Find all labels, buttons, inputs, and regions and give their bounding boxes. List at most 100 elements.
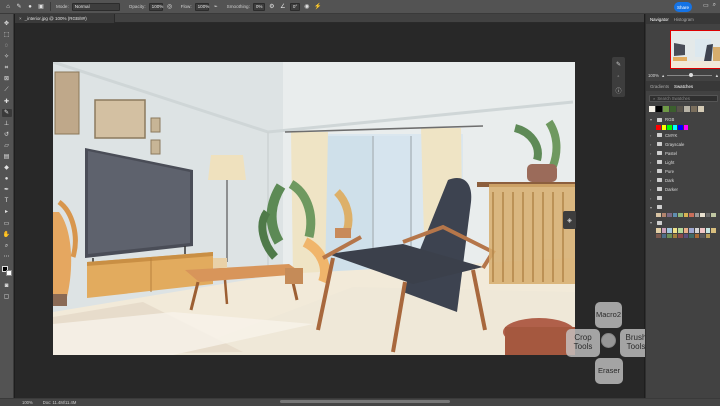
workspace-icon[interactable]: ▭ — [703, 2, 709, 9]
lasso-tool-icon[interactable]: ◌ — [2, 42, 12, 50]
tab-gradients[interactable]: Gradients — [650, 84, 669, 89]
path-selection-icon[interactable]: ▸ — [2, 209, 12, 217]
swatch[interactable] — [649, 106, 655, 112]
search-icon[interactable]: ⌕ — [713, 2, 716, 9]
home-icon[interactable]: ⌂ — [4, 3, 12, 11]
gradient-tool-icon[interactable]: ▤ — [2, 153, 12, 161]
background-color[interactable] — [5, 270, 12, 277]
search-placeholder: Search Swatches — [657, 96, 690, 101]
zoom-tool-icon[interactable]: ⌕ — [2, 242, 12, 250]
tab-swatches[interactable]: Swatches — [674, 84, 693, 89]
close-tab-icon[interactable]: × — [19, 16, 22, 21]
crop-tool-icon[interactable]: ⌗ — [2, 64, 12, 72]
quick-mask-icon[interactable]: ◙ — [2, 282, 12, 290]
hand-tool-icon[interactable]: ✋ — [2, 231, 12, 239]
pen-tool-icon[interactable]: ✒ — [2, 186, 12, 194]
screen-mode-icon[interactable]: ▢ — [2, 293, 12, 301]
chevron-right-icon: › — [650, 159, 652, 165]
smoothing-label: Smoothing: — [226, 4, 250, 9]
eyedropper-icon[interactable]: ⟋ — [2, 87, 12, 95]
tab-histogram[interactable]: Histogram — [674, 17, 694, 22]
angle-field[interactable]: 0° — [289, 2, 300, 11]
swatch-group-unnamed[interactable]: ▾ — [646, 218, 720, 227]
radial-right-label: Brush Tools — [625, 333, 647, 351]
status-doc-info[interactable]: Doc: 11.4M/11.4M — [43, 400, 77, 405]
radial-left-button[interactable]: Crop Tools — [566, 329, 600, 357]
zoom-in-icon[interactable]: ▲ — [715, 73, 719, 78]
mode-select[interactable]: Normal — [71, 2, 120, 11]
canvas-mini-toolbar: ✎ ◦ ⓘ — [612, 57, 625, 97]
swatch-group-unnamed[interactable]: ▾ — [646, 203, 720, 212]
radial-center-button[interactable] — [601, 333, 616, 348]
pressure-size-icon[interactable]: ◉ — [303, 3, 311, 11]
status-zoom[interactable]: 100% — [22, 400, 33, 405]
brush-preset-icon[interactable]: ● — [26, 3, 34, 11]
swatch[interactable] — [698, 106, 704, 112]
history-brush-icon[interactable]: ↺ — [2, 131, 12, 139]
radial-bottom-button[interactable]: Eraser — [595, 358, 623, 384]
swatch-group-darker[interactable]: › Darker — [646, 185, 720, 194]
navigator-preview — [671, 31, 720, 68]
healing-brush-icon[interactable]: ✚ — [2, 98, 12, 106]
navigator-thumbnail[interactable] — [670, 30, 720, 69]
pressure-opacity-icon[interactable]: ◎ — [166, 3, 174, 11]
horizontal-scrollbar[interactable] — [280, 400, 450, 403]
smoothing-field[interactable]: 0% — [252, 2, 265, 11]
zoom-slider[interactable] — [667, 73, 712, 77]
rectangle-tool-icon[interactable]: ▭ — [2, 220, 12, 228]
type-tool-icon[interactable]: T — [2, 198, 12, 206]
swatch[interactable] — [663, 106, 669, 112]
swatch[interactable] — [684, 106, 690, 112]
swatch[interactable] — [691, 106, 697, 112]
symmetry-icon[interactable]: ⚡ — [314, 3, 322, 11]
swatch-group-cmyk[interactable]: › CMYK — [646, 131, 720, 140]
brush-tool-icon[interactable]: ✎ — [616, 61, 621, 68]
blur-tool-icon[interactable]: ◆ — [2, 164, 12, 172]
swatch-group-rgb[interactable]: ▾ RGB — [646, 115, 720, 124]
tab-navigator[interactable]: Navigator — [650, 17, 669, 22]
share-button[interactable]: Share — [674, 2, 692, 12]
brush-settings-icon[interactable]: ▣ — [37, 3, 45, 11]
info-icon[interactable]: ⓘ — [615, 86, 621, 95]
divider — [50, 2, 51, 11]
swatch-group-label: CMYK — [665, 132, 678, 138]
radial-top-button[interactable]: Macro2 — [595, 302, 622, 328]
swatch[interactable] — [677, 106, 683, 112]
more-tools-icon[interactable]: ⋯ — [2, 253, 12, 261]
folder-icon — [657, 160, 662, 164]
swatch[interactable] — [656, 106, 662, 112]
color-swatches[interactable] — [1, 266, 12, 277]
zoom-out-icon[interactable]: ▴ — [662, 73, 664, 79]
brush-size-icon[interactable]: ◦ — [617, 74, 619, 80]
magic-wand-icon[interactable]: ✧ — [2, 53, 12, 61]
document-tab[interactable]: × _interior.jpg @ 100% (RGB/8#) — [15, 14, 115, 23]
swatches-search[interactable]: ⌕ Search Swatches — [649, 95, 718, 102]
swatch-group-unnamed[interactable]: › — [646, 194, 720, 203]
swatch[interactable] — [670, 106, 676, 112]
swatch-group-dark[interactable]: › Dark — [646, 176, 720, 185]
chevron-right-icon: › — [650, 141, 652, 147]
flow-field[interactable]: 100% — [194, 2, 209, 11]
radial-top-label: Macro2 — [595, 309, 621, 319]
swatch-group-grayscale[interactable]: › Grayscale — [646, 140, 720, 149]
swatch-group-pastel[interactable]: › Pastel — [646, 149, 720, 158]
gear-icon[interactable]: ⚙ — [268, 3, 276, 11]
opacity-field[interactable]: 100% — [148, 2, 163, 11]
eraser-tool-icon[interactable]: ▱ — [2, 142, 12, 150]
chevron-right-icon: › — [650, 132, 652, 138]
zoom-slider-knob[interactable] — [689, 73, 694, 77]
brush-tool-icon[interactable]: ✎ — [1, 108, 12, 117]
airbrush-icon[interactable]: ⌁ — [212, 3, 220, 11]
frame-tool-icon[interactable]: ⊠ — [2, 75, 12, 83]
swatch-group-light[interactable]: › Light — [646, 158, 720, 167]
brush-tool-icon[interactable]: ✎ — [15, 3, 23, 11]
swatches-tabs: Gradients Swatches — [646, 81, 720, 91]
marquee-tool-icon[interactable]: ⬚ — [2, 31, 12, 39]
document-canvas[interactable] — [53, 62, 575, 355]
swatch-group-pure[interactable]: › Pure — [646, 167, 720, 176]
dodge-tool-icon[interactable]: ● — [2, 175, 12, 183]
folder-icon — [657, 142, 662, 146]
move-tool-icon[interactable]: ✥ — [2, 20, 12, 28]
touch-shortcut-button[interactable]: ◈ — [563, 211, 576, 229]
clone-stamp-icon[interactable]: ⊥ — [2, 120, 12, 128]
